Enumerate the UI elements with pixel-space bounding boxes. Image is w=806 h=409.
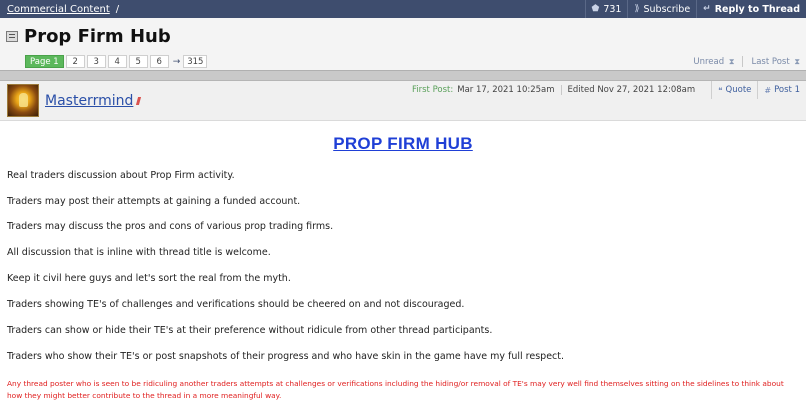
post-paragraph: Traders who show their TE's or post snap… (7, 351, 565, 362)
page-2-link[interactable]: 2 (65, 55, 85, 68)
pagination-arrow: → (172, 56, 181, 67)
page-5-link[interactable]: 5 (128, 55, 148, 68)
meta-divider (560, 85, 562, 95)
quote-label: Quote (725, 85, 752, 95)
edited-date: Edited Nov 27, 2021 12:08am (567, 85, 696, 95)
thread-header: Prop Firm Hub Page 1 2 3 4 5 6 → 315 Unr… (0, 18, 806, 70)
subscribers-count-button[interactable]: ⬟ 731 (584, 0, 628, 18)
first-post-date: Mar 17, 2021 10:25am (457, 85, 555, 95)
subscribe-icon: ⟫ (634, 4, 640, 14)
post-paragraph: Traders showing TE's of challenges and v… (7, 299, 465, 310)
thread-icon (6, 31, 18, 42)
top-bar: Commercial Content / ⬟ 731 ⟫ Subscribe ↵… (0, 0, 806, 18)
username-link[interactable]: Masterrmind (45, 93, 133, 109)
quote-icon: ❝ (718, 85, 723, 95)
post-paragraph: Real traders discussion about Prop Firm … (7, 170, 235, 181)
post-heading-link[interactable]: PROP FIRM HUB (333, 134, 473, 153)
quote-button[interactable]: ❝ Quote (711, 81, 757, 99)
nav-divider (742, 56, 744, 67)
reply-icon: ↵ (703, 4, 711, 14)
page-title: Prop Firm Hub (24, 26, 171, 47)
post-paragraph: Keep it civil here guys and let's sort t… (7, 273, 291, 284)
pagination: Page 1 2 3 4 5 6 → 315 (25, 55, 209, 68)
last-post-label: Last Post (751, 56, 790, 67)
post-header: Masterrmind First Post: Mar 17, 2021 10:… (0, 81, 806, 121)
last-post-link[interactable]: Last Post ⧗ (751, 57, 800, 67)
reply-to-thread-button[interactable]: ↵ Reply to Thread (696, 0, 806, 18)
user-status-icon (135, 97, 142, 105)
post-meta: First Post: Mar 17, 2021 10:25am Edited … (412, 85, 695, 95)
divider-stripe (0, 70, 806, 81)
post-paragraph: Traders may discuss the pros and cons of… (7, 221, 334, 232)
thread-tools: ⬟ 731 ⟫ Subscribe ↵ Reply to Thread (584, 0, 806, 18)
post-number-label: Post 1 (774, 85, 800, 95)
last-page-link[interactable]: 315 (183, 55, 208, 68)
hash-icon: # (764, 85, 772, 95)
thread-nav-links: Unread ⧗ Last Post ⧗ (693, 56, 800, 67)
tag-icon: ⬟ (591, 4, 600, 14)
post-body: PROP FIRM HUB Real traders discussion ab… (0, 122, 806, 409)
unread-link[interactable]: Unread ⧗ (693, 57, 734, 67)
post-number-link[interactable]: # Post 1 (757, 81, 806, 99)
breadcrumb-commercial-content[interactable]: Commercial Content (7, 4, 110, 15)
page-1-current[interactable]: Page 1 (25, 55, 64, 68)
hourglass-icon: ⧗ (794, 56, 800, 66)
post-paragraph: All discussion that is inline with threa… (7, 247, 271, 258)
post-paragraph: Traders can show or hide their TE's at t… (7, 325, 493, 336)
first-post-label: First Post: (412, 85, 454, 95)
breadcrumb-separator: / (115, 3, 120, 15)
post-heading: PROP FIRM HUB (7, 134, 799, 158)
page-6-link[interactable]: 6 (149, 55, 169, 68)
post-actions: ❝ Quote # Post 1 (711, 81, 806, 99)
reply-label: Reply to Thread (714, 3, 800, 15)
subscribe-button[interactable]: ⟫ Subscribe (627, 0, 697, 18)
subscribe-label: Subscribe (643, 3, 691, 15)
moderation-warning: Any thread poster who is seen to be ridi… (7, 379, 784, 400)
page-4-link[interactable]: 4 (107, 55, 127, 68)
unread-label: Unread (693, 56, 725, 67)
page-3-link[interactable]: 3 (86, 55, 106, 68)
post-paragraph: Traders may post their attempts at gaini… (7, 196, 301, 207)
avatar[interactable] (7, 84, 39, 117)
hourglass-icon: ⧗ (728, 56, 735, 66)
thread-title-row: Prop Firm Hub (6, 26, 171, 47)
subscribers-count: 731 (603, 3, 622, 15)
